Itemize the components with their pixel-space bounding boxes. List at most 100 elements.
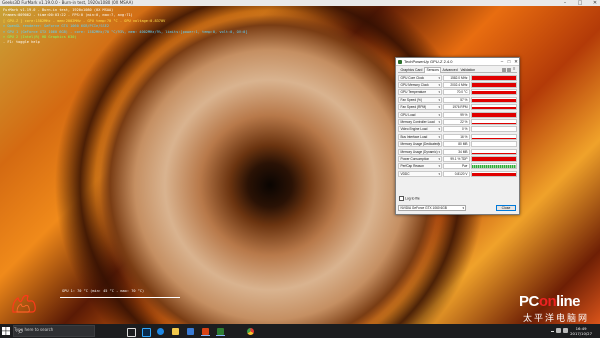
sensor-graph	[471, 148, 517, 155]
sensor-row: Power Consumption ▾ 99.1 % TDP	[398, 155, 517, 162]
checkbox-box[interactable]	[399, 196, 404, 201]
sensor-label[interactable]: Memory Usage (Dedicated) ▾	[398, 141, 442, 148]
sensor-graph	[471, 126, 517, 133]
sensor-label[interactable]: GPU Memory Clock ▾	[398, 81, 442, 88]
furmark-titlebar: Geeks3D FurMark v1.19.0.0 - Burn-in test…	[0, 0, 600, 6]
sensor-value: 16 %	[443, 133, 470, 140]
sensor-value: Pwr	[443, 163, 470, 170]
chevron-up-icon[interactable]	[551, 328, 554, 332]
sensor-label[interactable]: Power Consumption ▾	[398, 155, 442, 162]
tab-sensors[interactable]: Sensors	[424, 67, 442, 73]
sensor-label[interactable]: GPU Load ▾	[398, 111, 442, 118]
sensor-row: Video Engine Load ▾ 0 %	[398, 126, 517, 133]
pconline-watermark: PConline 太平洋电脑网	[519, 293, 597, 323]
edge-app[interactable]	[155, 326, 166, 336]
sensor-row: GPU Temperature ▾ 70.0 °C	[398, 89, 517, 96]
tab-graphics-card[interactable]: Graphics Card	[398, 67, 425, 73]
sensor-label-text: Memory Usage (Dynamic)	[400, 149, 438, 154]
watermark-brand-cn: 太平洋电脑网	[523, 313, 590, 323]
sensor-label[interactable]: Video Engine Load ▾	[398, 126, 442, 133]
furmark-info-overlay: FurMark v1.19.0 - Burn-in test, 1920x108…	[3, 8, 248, 46]
log-to-file-label: Log to file	[405, 196, 420, 201]
sensor-row: Memory Usage (Dedicated) ▾ 80 MB	[398, 141, 517, 148]
sensor-graph	[471, 155, 517, 162]
photoshop-app[interactable]	[140, 326, 151, 337]
gpuz-minimize-button[interactable]: –	[499, 59, 505, 64]
chrome-app[interactable]	[245, 326, 256, 336]
gpuz-titlebar: TechPowerUp GPU-Z 2.4.0 – □ ✕	[396, 58, 519, 66]
clock[interactable]: 16:49 2017/10/27	[570, 326, 592, 336]
tab-validation[interactable]: Validation	[458, 67, 478, 73]
info-line: - F1: toggle help	[3, 40, 40, 45]
network-icon[interactable]	[556, 328, 561, 333]
sensor-label[interactable]: PerfCap Reason ▾	[398, 163, 442, 170]
sensor-value: 2002.4 MHz	[443, 81, 470, 88]
windows-start-icon[interactable]	[2, 327, 10, 335]
camera-icon[interactable]	[502, 67, 506, 72]
chevron-down-icon: ▾	[438, 112, 440, 117]
sensor-label-text: Fan Speed (%)	[400, 97, 422, 102]
store-app[interactable]	[185, 326, 196, 336]
sensor-value: 0.8120 V	[443, 170, 470, 177]
sensor-row: PerfCap Reason ▾ Pwr	[398, 163, 517, 170]
sensor-row: GPU Core Clock ▾ 1582.0 MHz	[398, 74, 517, 81]
furmark-logo	[12, 294, 36, 313]
sensor-graph	[471, 89, 517, 96]
sensor-label[interactable]: Memory Controller Load ▾	[398, 118, 442, 125]
file-explorer-app[interactable]	[170, 326, 181, 336]
sensor-row: Fan Speed (RPM) ▾ 1976 RPM	[398, 104, 517, 111]
furmark-app[interactable]	[200, 326, 211, 336]
chevron-down-icon: ▾	[438, 164, 440, 169]
sensor-value: 99 %	[443, 111, 470, 118]
chevron-down-icon: ▾	[438, 97, 440, 102]
gpuz-app[interactable]	[215, 326, 226, 336]
close-button[interactable]: Close	[496, 205, 516, 211]
search-placeholder: Type here to search	[14, 327, 54, 332]
sensor-graph-fill	[472, 106, 516, 110]
sensor-label[interactable]: Fan Speed (RPM) ▾	[398, 104, 442, 111]
sensor-graph-fill	[472, 75, 516, 80]
chevron-down-icon: ▾	[438, 171, 440, 176]
sensor-graph-fill	[472, 164, 516, 169]
sensor-label-text: Bus Interface Load	[400, 134, 428, 139]
task-view-button[interactable]	[125, 326, 136, 337]
sensor-graph	[471, 133, 517, 140]
sensor-label[interactable]: Memory Usage (Dynamic) ▾	[398, 148, 442, 155]
sensor-graph-fill	[472, 83, 516, 87]
sensor-graph	[471, 111, 517, 118]
chevron-down-icon: ▾	[438, 149, 440, 154]
log-to-file-checkbox[interactable]: Log to file	[399, 196, 420, 201]
gpu-select-dropdown[interactable]: NVIDIA GeForce GTX 1060 6GB ▾	[398, 205, 466, 211]
sensor-label-text: Memory Usage (Dedicated)	[400, 142, 440, 147]
sensor-label[interactable]: GPU Core Clock ▾	[398, 74, 442, 81]
gpuz-tabbar: Graphics Card Sensors Advanced Validatio…	[398, 67, 517, 73]
sensor-label-text: Fan Speed (RPM)	[400, 105, 427, 110]
sensor-value: 34 MB	[443, 148, 470, 155]
sensor-graph	[471, 141, 517, 148]
chevron-down-icon: ▾	[438, 156, 440, 161]
maximize-button[interactable]: □	[573, 0, 587, 6]
sensor-label-text: Memory Controller Load	[400, 119, 435, 124]
volume-icon[interactable]	[563, 328, 568, 333]
sensor-graph-fill	[472, 112, 516, 117]
minimize-button[interactable]: –	[558, 0, 572, 6]
close-window-button[interactable]: ✕	[588, 0, 600, 6]
sensor-label[interactable]: Bus Interface Load ▾	[398, 133, 442, 140]
gpuz-close-window-button[interactable]: ✕	[513, 59, 519, 65]
chevron-down-icon: ▾	[438, 134, 440, 139]
sensor-label-text: PerfCap Reason	[400, 164, 425, 169]
chevron-down-icon: ▾	[438, 82, 440, 87]
sensor-label[interactable]: GPU Temperature ▾	[398, 89, 442, 96]
sensor-value: 0 %	[443, 126, 470, 133]
sensor-row: Memory Usage (Dynamic) ▾ 34 MB	[398, 148, 517, 155]
gpuz-maximize-button[interactable]: □	[506, 59, 512, 64]
sensor-row: VDDC ▾ 0.8120 V	[398, 170, 517, 177]
sensor-graph	[471, 104, 517, 111]
sensor-row: GPU Memory Clock ▾ 2002.4 MHz	[398, 81, 517, 88]
sensor-label[interactable]: VDDC ▾	[398, 170, 442, 177]
sensor-value: 99.1 % TDP	[443, 155, 470, 162]
refresh-icon[interactable]	[507, 67, 511, 72]
sensor-label[interactable]: Fan Speed (%) ▾	[398, 96, 442, 103]
sensor-row: Memory Controller Load ▾ 22 %	[398, 118, 517, 125]
hamburger-menu-icon[interactable]: ≡	[513, 67, 517, 71]
